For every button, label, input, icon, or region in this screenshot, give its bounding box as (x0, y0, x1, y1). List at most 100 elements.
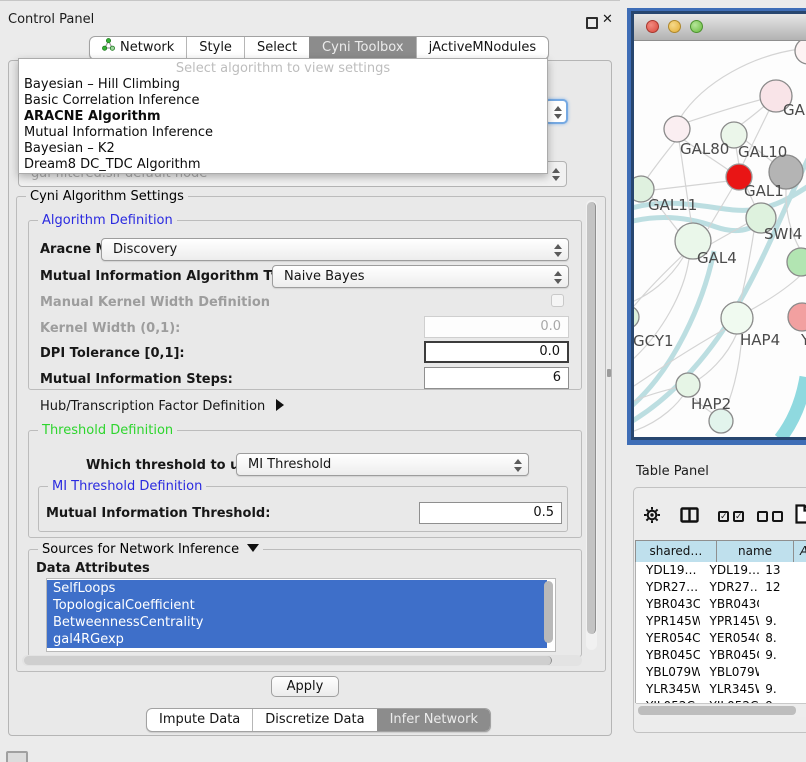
cell[interactable] (759, 664, 806, 681)
cell[interactable]: YPR145W (636, 613, 700, 630)
cell[interactable]: YDR27… (700, 579, 760, 596)
zoom-window-icon[interactable] (690, 20, 703, 33)
cell[interactable]: YPR145W (700, 613, 760, 630)
network-window-titlebar[interactable] (634, 14, 806, 41)
popup-item-bayesian-hill-climbing[interactable]: Bayesian – Hill Climbing (19, 77, 547, 93)
aracne-mode-combobox[interactable]: Discovery (101, 238, 569, 261)
cell[interactable]: 12 (759, 579, 806, 596)
list-item-gal4rgexp[interactable]: gal4RGexp (47, 631, 547, 648)
network-node-right-green[interactable] (787, 248, 806, 276)
popup-item-bayesian-k2[interactable]: Bayesian – K2 (19, 141, 547, 157)
apply-button[interactable]: Apply (271, 676, 339, 697)
settings-vertical-scrollbar[interactable] (586, 200, 597, 650)
tab-impute-data[interactable]: Impute Data (147, 709, 252, 731)
network-node-salmon[interactable] (788, 303, 806, 331)
tab-infer-network[interactable]: Infer Network (377, 709, 490, 731)
cell[interactable] (759, 596, 806, 613)
cell[interactable]: YER054C (636, 630, 700, 647)
mi-steps-field[interactable]: 6 (424, 367, 569, 389)
popup-item-aracne[interactable]: ARACNE Algorithm (19, 109, 547, 125)
close-panel-icon[interactable]: ✕ (602, 12, 613, 27)
table-row[interactable]: YLR345WYLR345W9. (636, 681, 806, 698)
minimize-window-icon[interactable] (668, 20, 681, 33)
gear-icon[interactable] (643, 506, 661, 528)
tab-jactivemnodules[interactable]: jActiveMNodules (416, 37, 549, 59)
table-row[interactable]: YBL079WYBL079W (636, 664, 806, 681)
cell[interactable]: YDL19… (700, 562, 760, 579)
cell[interactable]: YLR345W (636, 681, 700, 698)
close-window-icon[interactable] (646, 20, 659, 33)
cell[interactable]: 13 (759, 562, 806, 579)
data-attributes-label: Data Attributes (36, 561, 150, 576)
cell[interactable]: YBR045C (636, 647, 700, 664)
manual-kernel-width-checkbox[interactable] (551, 294, 564, 307)
kernel-width-field[interactable]: 0.0 (424, 316, 569, 338)
which-threshold-combobox[interactable]: MI Threshold (236, 453, 529, 476)
network-node-partial-top[interactable] (795, 41, 806, 64)
table-row[interactable]: YPR145WYPR145W9. (636, 613, 806, 630)
popup-item-basic-correlation[interactable]: Basic Correlation Inference (19, 93, 547, 109)
table-row[interactable]: YDL19…YDL19…13 (636, 562, 806, 579)
cell[interactable]: YBL079W (700, 664, 760, 681)
tab-cyni-toolbox-label: Cyni Toolbox (322, 37, 404, 59)
scrollbar-thumb[interactable] (587, 202, 596, 634)
cell[interactable]: 8. (759, 630, 806, 647)
network-canvas[interactable]: GAL GAL80 GAL10 GAL1 GAL11 SWI4 GAL4 GCY… (634, 41, 806, 437)
cell[interactable]: YLR345W (700, 681, 760, 698)
select-all-checkboxes-icon[interactable]: ✓✓ (718, 511, 748, 530)
tab-network[interactable]: Network (90, 37, 186, 59)
list-vertical-scrollbar[interactable] (544, 581, 553, 643)
popup-item-mutual-information[interactable]: Mutual Information Inference (19, 125, 547, 141)
checked-box-icon: ✓ (718, 511, 729, 522)
column-header-name[interactable]: name (717, 541, 794, 563)
table-row[interactable]: YBR045CYBR045C9. (636, 647, 806, 664)
panel-splitter-handle[interactable] (607, 369, 611, 377)
dpi-tolerance-field[interactable]: 0.0 (424, 341, 569, 363)
network-node-gal80[interactable] (664, 116, 690, 142)
cell[interactable]: YBR043C (636, 596, 700, 613)
mi-threshold-field[interactable]: 0.5 (419, 502, 562, 524)
scrollbar-thumb[interactable] (24, 656, 552, 665)
table-horizontal-scrollbar[interactable] (636, 703, 806, 717)
cell[interactable]: 9. (759, 647, 806, 664)
column-header-partial[interactable]: A (794, 541, 806, 563)
clear-all-checkboxes-icon[interactable] (757, 511, 787, 530)
data-attributes-list[interactable]: SelfLoops TopologicalCoefficient Between… (46, 578, 556, 652)
mi-algorithm-type-combobox[interactable]: Naive Bayes (272, 265, 569, 288)
network-node-gcy1[interactable] (634, 306, 639, 328)
cell[interactable]: YDL19… (636, 562, 700, 579)
column-layout-icon[interactable] (680, 507, 699, 527)
float-panel-icon[interactable] (586, 17, 598, 29)
settings-horizontal-scrollbar[interactable] (22, 655, 582, 666)
network-node-hap2[interactable] (676, 373, 700, 397)
cell[interactable]: YBR043C (700, 596, 760, 613)
cell[interactable]: 9. (759, 613, 806, 630)
table-panel-title: Table Panel (636, 464, 709, 479)
list-item-topologicalcoefficient[interactable]: TopologicalCoefficient (47, 597, 547, 614)
list-item-selfloops[interactable]: SelfLoops (47, 580, 547, 597)
column-header-shared-name[interactable]: shared… (636, 541, 717, 563)
table-row[interactable]: YDR27…YDR27…12 (636, 579, 806, 596)
list-item-betweennesscentrality[interactable]: BetweennessCentrality (47, 614, 547, 631)
unchecked-box-icon (772, 511, 783, 522)
network-view-window[interactable]: GAL GAL80 GAL10 GAL1 GAL11 SWI4 GAL4 GCY… (627, 8, 806, 445)
cell[interactable]: YBL079W (636, 664, 700, 681)
cell[interactable]: 9. (759, 681, 806, 698)
tab-discretize-data[interactable]: Discretize Data (252, 709, 376, 731)
bottom-corner-icon[interactable] (6, 751, 28, 762)
tab-select[interactable]: Select (244, 37, 309, 59)
tab-cyni-toolbox[interactable]: Cyni Toolbox (309, 37, 416, 59)
tab-style[interactable]: Style (186, 37, 244, 59)
document-icon[interactable] (795, 504, 806, 528)
dpi-tolerance-label: DPI Tolerance [0,1]: (40, 346, 185, 361)
network-node-hap4[interactable] (721, 302, 753, 334)
cell[interactable]: YBR045C (700, 647, 760, 664)
expand-arrow-icon[interactable] (276, 399, 284, 411)
table-row[interactable]: YBR043CYBR043C (636, 596, 806, 613)
collapse-arrow-icon[interactable] (247, 544, 259, 552)
cell[interactable]: YDR27… (636, 579, 700, 596)
cell[interactable]: YER054C (700, 630, 760, 647)
scrollbar-thumb[interactable] (638, 706, 796, 715)
table-row[interactable]: YER054CYER054C8. (636, 630, 806, 647)
popup-item-dream8[interactable]: Dream8 DC_TDC Algorithm (19, 157, 547, 173)
